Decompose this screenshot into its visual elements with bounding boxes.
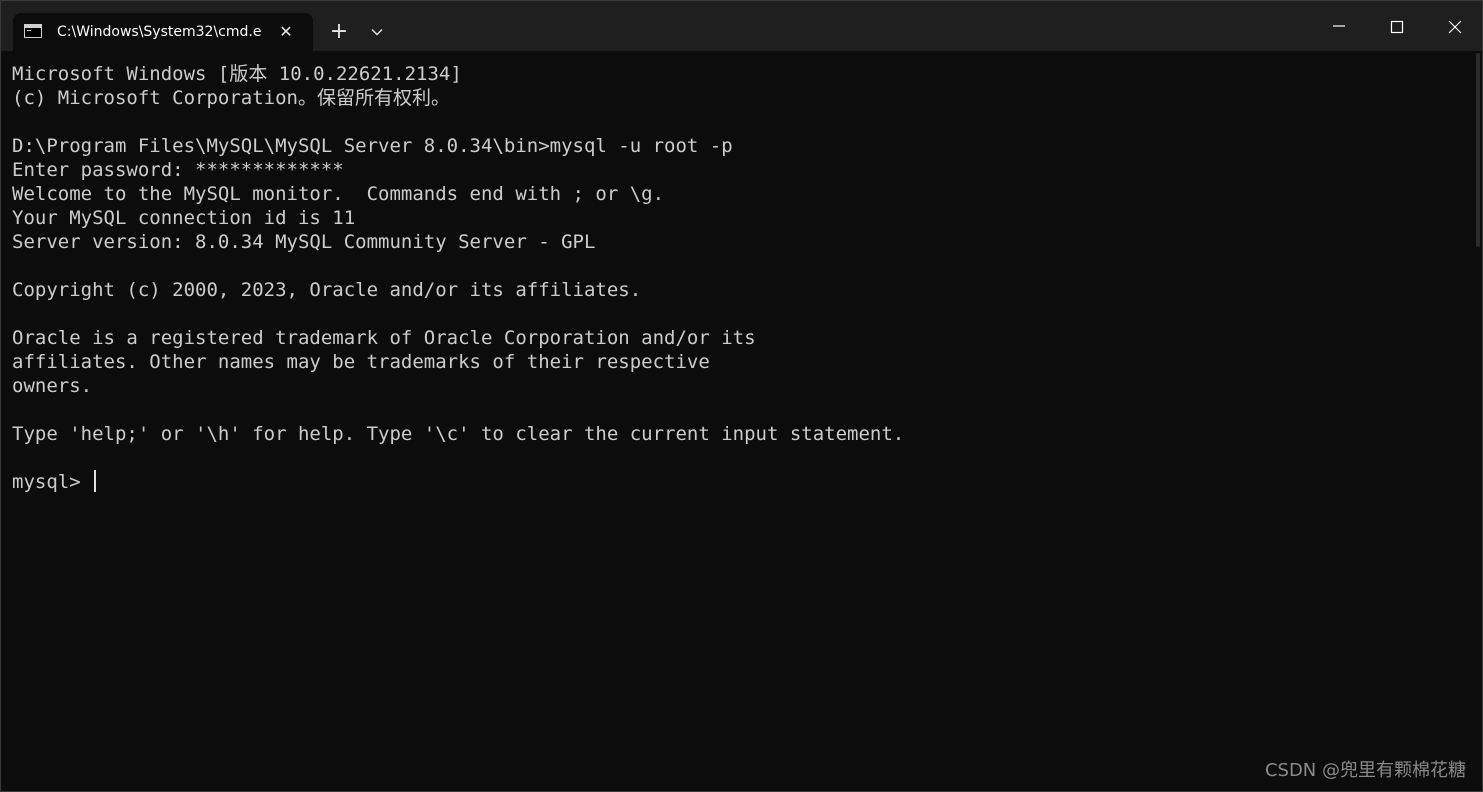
scrollbar[interactable] <box>1475 51 1482 791</box>
chevron-down-icon <box>371 29 383 36</box>
tab-title: C:\Windows\System32\cmd.e <box>57 24 262 40</box>
console-line: Welcome to the MySQL monitor. Commands e… <box>12 183 665 205</box>
close-tab-button[interactable]: ✕ <box>275 21 297 43</box>
mysql-prompt: mysql> <box>12 471 93 493</box>
console-line: (c) Microsoft Corporation。保留所有权利。 <box>12 87 450 109</box>
console-line: Oracle is a registered trademark of Orac… <box>12 327 756 349</box>
text-cursor <box>94 470 97 492</box>
console-output[interactable]: Microsoft Windows [版本 10.0.22621.2134] (… <box>1 51 1475 791</box>
console-line: Enter password: ************* <box>12 159 344 181</box>
watermark: CSDN @兜里有颗棉花糖 <box>1264 760 1466 781</box>
console-line: owners. <box>12 375 93 397</box>
cmd-icon <box>24 24 42 38</box>
console-line: Copyright (c) 2000, 2023, Oracle and/or … <box>12 279 642 301</box>
console-line: Server version: 8.0.34 MySQL Community S… <box>12 231 596 253</box>
title-bar[interactable]: C:\Windows\System32\cmd.e ✕ + <box>1 1 1482 51</box>
tab-dropdown-button[interactable] <box>363 18 391 46</box>
close-window-button[interactable] <box>1426 1 1483 51</box>
close-icon <box>1448 20 1462 34</box>
console-line: affiliates. Other names may be trademark… <box>12 351 710 373</box>
scrollbar-thumb[interactable] <box>1476 53 1480 247</box>
new-tab-button[interactable]: + <box>323 18 355 46</box>
terminal-window: C:\Windows\System32\cmd.e ✕ + Microsoft … <box>0 0 1483 792</box>
console-line: D:\Program Files\MySQL\MySQL Server 8.0.… <box>12 135 733 157</box>
maximize-button[interactable] <box>1368 1 1426 51</box>
console-line: Type 'help;' or '\h' for help. Type '\c'… <box>12 423 905 445</box>
console-line: Your MySQL connection id is 11 <box>12 207 356 229</box>
tab-cmd[interactable]: C:\Windows\System32\cmd.e ✕ <box>13 13 313 51</box>
minimize-button[interactable] <box>1310 1 1368 51</box>
maximize-icon <box>1390 20 1404 34</box>
prompt-line[interactable]: mysql> <box>12 470 1475 494</box>
console-line: Microsoft Windows [版本 10.0.22621.2134] <box>12 63 462 85</box>
minimize-icon <box>1333 25 1345 27</box>
